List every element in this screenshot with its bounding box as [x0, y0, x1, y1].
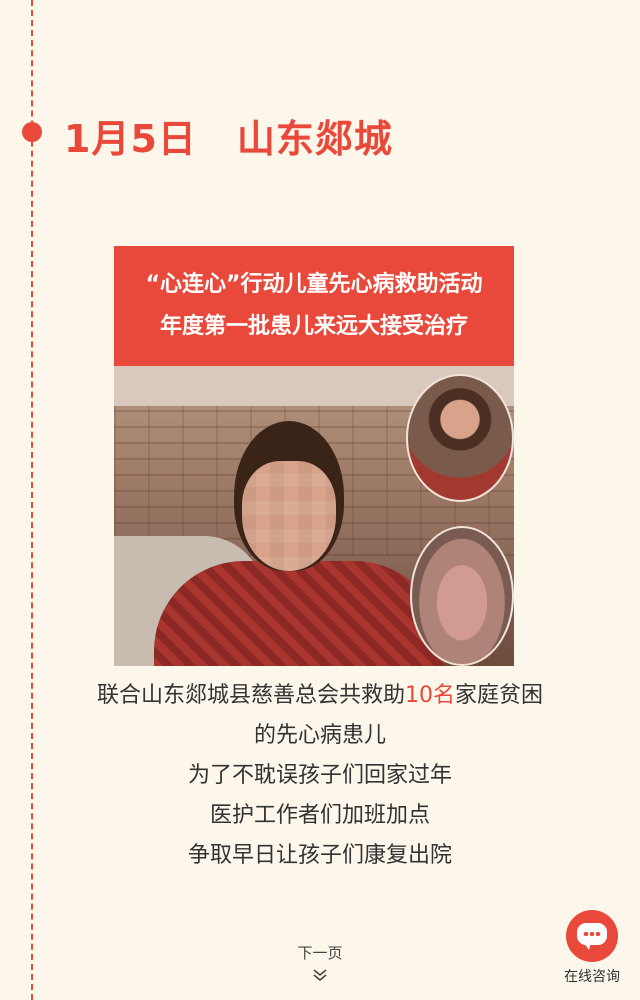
double-chevron-down-icon	[280, 967, 360, 986]
next-page-label: 下一页	[297, 944, 343, 962]
timeline-line	[31, 0, 33, 1000]
photo-child-body	[154, 561, 444, 666]
story-line-1: 联合山东郯城县慈善总会共救助10名家庭贫困	[96, 683, 544, 708]
photo-child-face-blurred	[242, 461, 336, 571]
story-text: 联合山东郯城县慈善总会共救助10名家庭贫困 的先心病患儿 为了不耽误孩子们回家过…	[60, 676, 580, 876]
banner-line-1: “心连心”行动儿童先心病救助活动	[145, 272, 483, 297]
photo-inset-fingers	[410, 526, 514, 666]
story-card: “心连心”行动儿童先心病救助活动 年度第一批患儿来远大接受治疗	[114, 246, 514, 666]
story-line-4: 医护工作者们加班加点	[209, 803, 430, 828]
story-line-3: 为了不耽误孩子们回家过年	[187, 763, 452, 788]
page-title: 1月5日 山东郯城	[64, 108, 393, 163]
title-location: 山东郯城	[236, 117, 393, 161]
story-banner: “心连心”行动儿童先心病救助活动 年度第一批患儿来远大接受治疗	[114, 246, 514, 366]
title-date: 1月5日	[64, 117, 197, 161]
banner-line-2: 年度第一批患儿来远大接受治疗	[159, 314, 468, 339]
next-page-button[interactable]: 下一页	[280, 942, 360, 986]
online-consult-button[interactable]: 在线咨询	[556, 910, 628, 986]
timeline-dot	[22, 122, 42, 142]
highlight-count: 10名	[405, 683, 455, 708]
chat-bubble-icon[interactable]	[566, 910, 618, 962]
online-consult-label: 在线咨询	[564, 969, 620, 985]
story-photo	[114, 366, 514, 666]
photo-inset-child-hands	[406, 374, 514, 502]
story-line-5: 争取早日让孩子们康复出院	[187, 843, 452, 868]
story-line-2: 的先心病患儿	[253, 723, 386, 748]
